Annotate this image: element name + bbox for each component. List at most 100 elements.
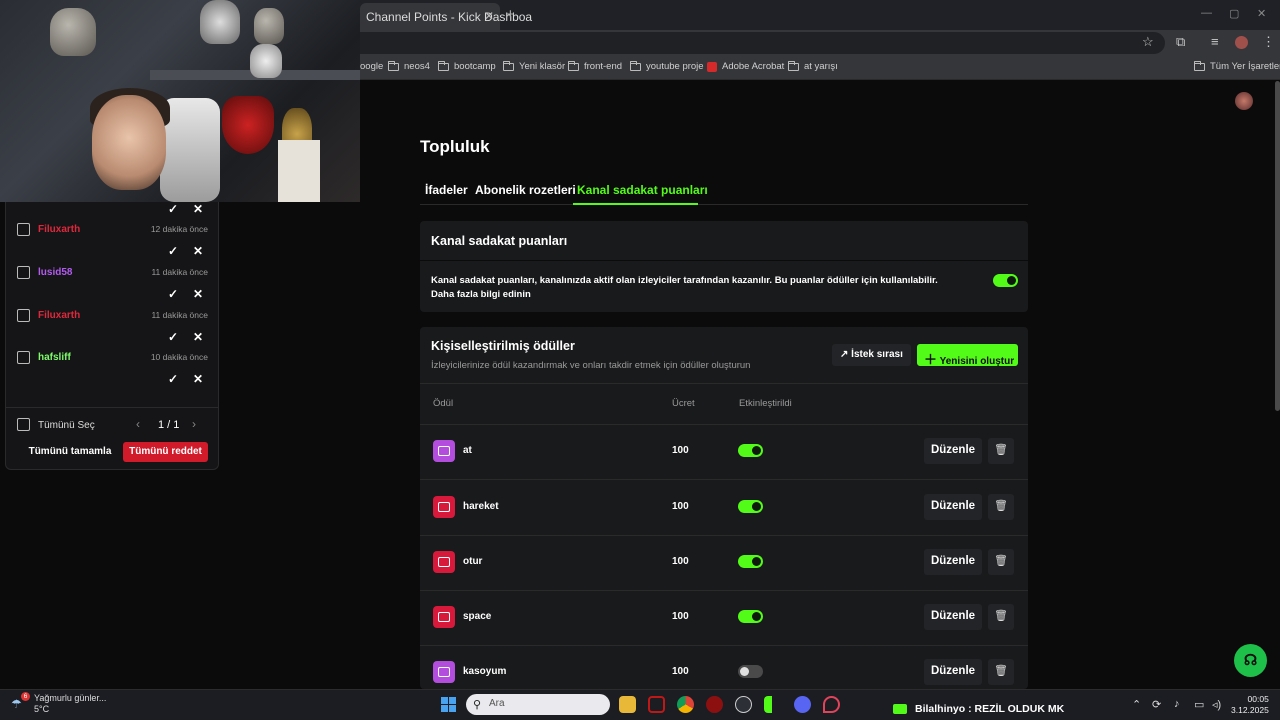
folder-icon <box>630 60 641 71</box>
request-username[interactable]: Filuxarth <box>38 224 80 235</box>
profile-avatar[interactable] <box>1235 36 1248 49</box>
reward-enabled-toggle[interactable] <box>738 665 763 678</box>
trash-icon[interactable]: 🗑 <box>988 659 1014 685</box>
bookmark-item[interactable]: oogle <box>360 61 383 72</box>
reject-icon[interactable]: ✕ <box>193 202 203 216</box>
menu-kebab-icon[interactable]: ⋮ <box>1262 34 1275 50</box>
minimize-icon[interactable]: — <box>1201 7 1212 19</box>
app-icon[interactable] <box>706 696 723 713</box>
folder-icon <box>503 60 514 71</box>
user-avatar[interactable] <box>1235 92 1253 110</box>
mic-icon[interactable]: ♪ <box>1174 698 1180 710</box>
edit-reward-button[interactable]: Düzenle <box>924 604 982 630</box>
volume-icon[interactable]: ◃) <box>1212 698 1221 711</box>
active-tab-indicator <box>573 203 698 205</box>
tab-emotes[interactable]: İfadeler <box>425 183 468 197</box>
kick-logo-icon <box>893 704 907 714</box>
row-checkbox[interactable] <box>17 223 30 236</box>
kick-app-icon[interactable] <box>764 696 781 713</box>
all-bookmarks[interactable]: Tüm Yer İşaretleri <box>1194 60 1280 72</box>
divider <box>420 479 1028 480</box>
edit-reward-button[interactable]: Düzenle <box>924 438 982 464</box>
reward-name: otur <box>463 556 483 567</box>
tab-subscriber-badges[interactable]: Abonelik rozetleri <box>475 183 576 197</box>
weather-widget[interactable]: Yağmurlu günler... 5°C <box>34 693 106 715</box>
request-username[interactable]: lusid58 <box>38 267 72 278</box>
sync-icon[interactable]: ⟳ <box>1152 698 1161 711</box>
loyalty-toggle[interactable] <box>993 274 1018 287</box>
netflix-icon[interactable] <box>648 696 665 713</box>
request-username[interactable]: hafsliff <box>38 352 71 363</box>
chrome-icon[interactable] <box>677 696 694 713</box>
approve-icon[interactable]: ✓ <box>168 287 178 301</box>
reward-enabled-toggle[interactable] <box>738 555 763 568</box>
windows-start-icon[interactable] <box>441 697 456 712</box>
next-page-icon[interactable]: › <box>192 417 196 431</box>
approve-all-button[interactable]: Tümünü tamamla <box>20 442 120 462</box>
extensions-icon[interactable]: ⧉ <box>1176 34 1185 50</box>
close-window-icon[interactable]: ✕ <box>1257 7 1266 20</box>
tray-chevron-icon[interactable]: ⌃ <box>1132 698 1141 711</box>
reward-enabled-toggle[interactable] <box>738 444 763 457</box>
reject-all-button[interactable]: Tümünü reddet <box>123 442 208 462</box>
trash-icon[interactable]: 🗑 <box>988 438 1014 464</box>
approve-icon[interactable]: ✓ <box>168 202 178 216</box>
prev-page-icon[interactable]: ‹ <box>136 417 140 431</box>
trash-icon[interactable]: 🗑 <box>988 549 1014 575</box>
bookmark-item[interactable]: Adobe Acrobat <box>707 61 784 72</box>
reject-icon[interactable]: ✕ <box>193 372 203 386</box>
reward-icon <box>433 496 455 518</box>
approve-icon[interactable]: ✓ <box>168 244 178 258</box>
row-checkbox[interactable] <box>17 351 30 364</box>
bookmark-item[interactable]: neos4 <box>388 60 430 72</box>
select-all-label: Tümünü Seç <box>38 420 95 431</box>
media-controls-icon[interactable]: ≡ <box>1211 34 1219 49</box>
reject-icon[interactable]: ✕ <box>193 330 203 344</box>
bookmark-star-icon[interactable]: ☆ <box>1142 34 1154 50</box>
browser-tab[interactable]: Channel Points - Kick Dashboa ✕ <box>360 3 532 30</box>
obs-icon[interactable] <box>735 696 752 713</box>
folder-icon <box>388 60 399 71</box>
edit-reward-button[interactable]: Düzenle <box>924 549 982 575</box>
maps-pin-icon[interactable] <box>823 696 840 713</box>
edit-reward-button[interactable]: Düzenle <box>924 494 982 520</box>
select-all-checkbox[interactable] <box>17 418 30 431</box>
reward-cost: 100 <box>672 445 689 456</box>
reward-cost: 100 <box>672 666 689 677</box>
edit-reward-button[interactable]: Düzenle <box>924 659 982 685</box>
close-tab-icon[interactable]: ✕ <box>484 9 494 23</box>
clock[interactable]: 00:05 3.12.2025 <box>1231 694 1269 716</box>
approve-icon[interactable]: ✓ <box>168 330 178 344</box>
approve-icon[interactable]: ✓ <box>168 372 178 386</box>
discord-icon[interactable] <box>794 696 811 713</box>
trash-icon[interactable]: 🗑 <box>988 604 1014 630</box>
reject-icon[interactable]: ✕ <box>193 287 203 301</box>
reject-icon[interactable]: ✕ <box>193 244 203 258</box>
bookmark-item[interactable]: Yeni klasör <box>503 60 565 72</box>
learn-more-link[interactable]: Daha fazla bilgi edinin <box>431 289 531 300</box>
col-reward: Ödül <box>433 398 454 409</box>
reward-cost: 100 <box>672 501 689 512</box>
tab-channel-points[interactable]: Kanal sadakat puanları <box>577 183 708 197</box>
reward-enabled-toggle[interactable] <box>738 610 763 623</box>
address-bar[interactable] <box>360 32 1165 54</box>
new-tab-button[interactable]: + <box>506 6 515 23</box>
scrollbar[interactable] <box>1275 81 1280 411</box>
bookmark-item[interactable]: bootcamp <box>438 60 496 72</box>
row-checkbox[interactable] <box>17 266 30 279</box>
create-reward-button[interactable]: ＋ Yenisini oluştur <box>917 344 1018 367</box>
maximize-icon[interactable]: ▢ <box>1229 7 1239 20</box>
row-checkbox[interactable] <box>17 309 30 322</box>
bookmark-item[interactable]: front-end <box>568 60 622 72</box>
loyalty-description: Kanal sadakat puanları, kanalınızda akti… <box>431 275 938 300</box>
trash-icon[interactable]: 🗑 <box>988 494 1014 520</box>
request-queue-button[interactable]: ↗ İstek sırası <box>832 344 911 366</box>
bookmark-item[interactable]: at yarışı <box>788 60 838 72</box>
reward-enabled-toggle[interactable] <box>738 500 763 513</box>
help-chat-button[interactable]: ☊ <box>1234 644 1267 677</box>
network-icon[interactable]: ▭ <box>1194 698 1204 711</box>
request-username[interactable]: Filuxarth <box>38 310 80 321</box>
bookmark-item[interactable]: youtube proje <box>630 60 704 72</box>
file-explorer-icon[interactable] <box>619 696 636 713</box>
taskbar-search[interactable]: ⚲ Ara <box>466 694 610 715</box>
